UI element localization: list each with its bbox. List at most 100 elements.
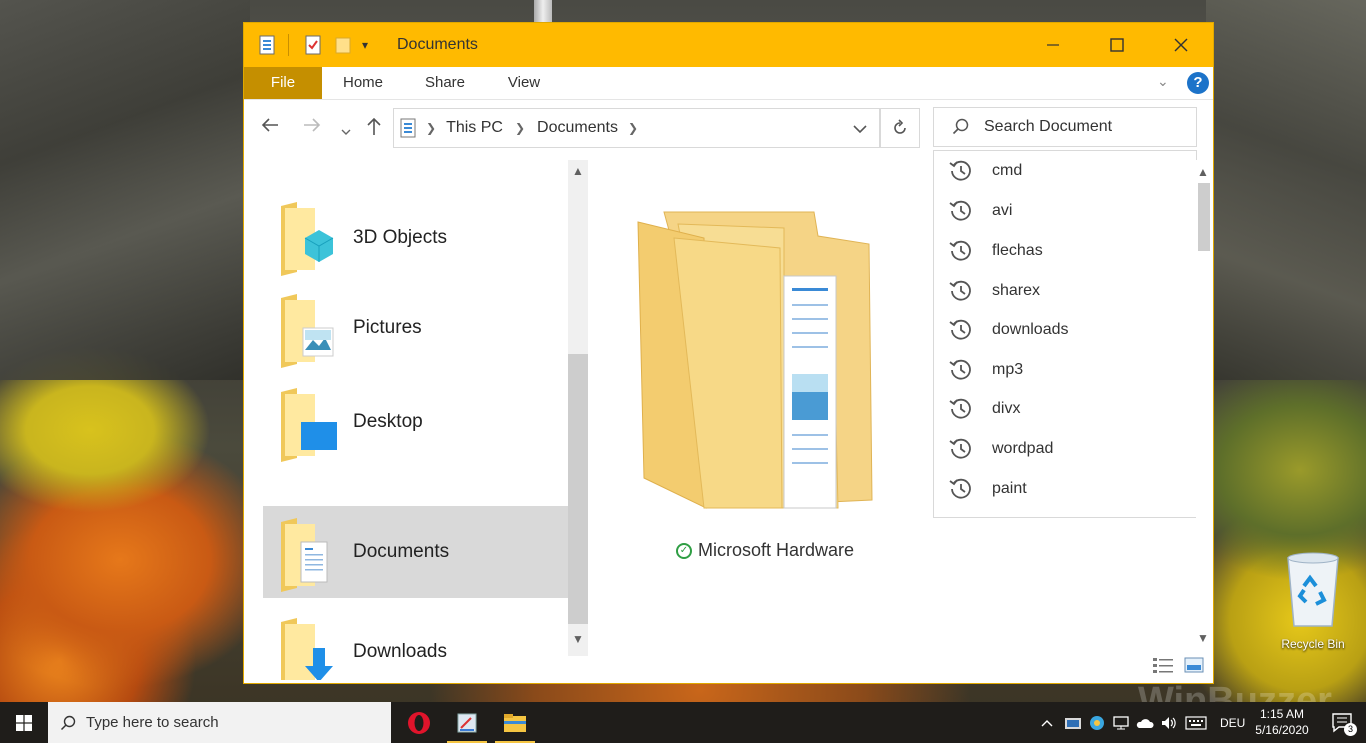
opera-taskbar-button[interactable] — [395, 702, 443, 743]
history-icon — [949, 280, 971, 301]
new-folder-icon[interactable] — [334, 34, 352, 56]
start-button[interactable] — [0, 702, 48, 743]
history-icon — [949, 359, 971, 380]
taskbar-search-box[interactable]: Type here to search — [48, 702, 391, 743]
wallpaper-rock — [1206, 0, 1366, 380]
desktop-folder-icon — [279, 386, 337, 467]
refresh-icon — [894, 119, 906, 134]
search-history-dropdown: cmd avi flechas sharex downloads mp3 div… — [933, 150, 1197, 518]
system-clock[interactable]: 1:15 AM 5/16/2020 — [1252, 706, 1312, 738]
nav-item-label: Pictures — [353, 317, 422, 338]
large-documents-folder-icon — [637, 211, 873, 509]
properties-check-icon[interactable] — [304, 34, 322, 56]
tab-file[interactable]: File — [244, 67, 322, 99]
onedrive-icon[interactable] — [1136, 702, 1154, 743]
forward-arrow-icon[interactable] — [302, 116, 322, 139]
content-pane: ✓ Microsoft Hardware — [594, 160, 934, 680]
nav-pane-scrollbar-thumb[interactable] — [568, 354, 588, 624]
downloads-folder-icon — [279, 616, 337, 680]
breadcrumb-separator-icon: ❯ — [514, 121, 526, 135]
search-history-item[interactable]: flechas — [948, 237, 1043, 265]
nav-item-documents[interactable]: Documents — [263, 506, 568, 598]
address-history-chevron-icon[interactable] — [853, 121, 867, 139]
nav-item-3d-objects[interactable]: 3D Objects — [263, 192, 568, 284]
content-scrollbar-thumb[interactable] — [1198, 183, 1210, 251]
search-history-label: sharex — [992, 282, 1041, 299]
nav-item-desktop[interactable]: Desktop — [263, 376, 568, 468]
search-history-label: mp3 — [992, 361, 1024, 378]
search-history-item[interactable]: mp3 — [948, 356, 1023, 384]
search-history-label: flechas — [992, 242, 1043, 259]
large-icons-view-icon[interactable] — [1184, 656, 1204, 679]
search-history-item[interactable]: downloads — [948, 316, 1069, 344]
properties-icon[interactable] — [258, 34, 276, 56]
app-taskbar-button[interactable] — [443, 702, 491, 743]
tab-view[interactable]: View — [496, 67, 552, 99]
help-icon[interactable]: ? — [1187, 72, 1209, 94]
toolbar-divider — [288, 34, 289, 56]
search-history-label: avi — [992, 202, 1013, 219]
wallpaper-rock — [0, 0, 250, 380]
window-title: Documents — [397, 36, 478, 53]
file-explorer-taskbar-button[interactable] — [491, 702, 539, 743]
ribbon: File Home Share View ⌄ ? — [244, 67, 1213, 100]
address-bar[interactable]: ❯ This PC ❯ Documents ❯ — [393, 108, 880, 148]
tray-app-icon[interactable] — [1064, 702, 1082, 743]
back-arrow-icon[interactable] — [260, 116, 280, 139]
tray-colorful-app-icon[interactable] — [1088, 702, 1106, 743]
search-history-item[interactable]: avi — [948, 197, 1012, 225]
breadcrumb-documents[interactable]: Documents — [537, 119, 618, 137]
folder-item-label[interactable]: ✓ Microsoft Hardware — [676, 540, 854, 561]
taskbar: Type here to search DEU 1:15 AM 5/16/202… — [0, 702, 1366, 743]
nav-item-pictures[interactable]: Pictures — [263, 282, 568, 374]
minimize-button[interactable] — [1021, 23, 1085, 67]
search-history-item[interactable]: paint — [948, 475, 1027, 503]
refresh-button[interactable] — [880, 108, 920, 148]
volume-icon[interactable] — [1160, 702, 1178, 743]
close-button[interactable] — [1149, 23, 1213, 67]
nav-item-downloads[interactable]: Downloads — [263, 606, 568, 680]
keyboard-icon[interactable] — [1185, 702, 1207, 743]
search-history-item[interactable]: wordpad — [948, 435, 1053, 463]
recent-locations-icon[interactable] — [340, 120, 352, 143]
search-input[interactable]: Search Document — [984, 118, 1112, 136]
nav-item-label: Documents — [353, 541, 450, 562]
tab-share[interactable]: Share — [416, 67, 474, 99]
network-icon[interactable] — [1112, 702, 1130, 743]
pictures-folder-icon — [279, 292, 337, 373]
maximize-button[interactable] — [1085, 23, 1149, 67]
action-center-button[interactable]: 3 — [1322, 702, 1362, 743]
expand-ribbon-icon[interactable]: ⌄ — [1157, 73, 1169, 90]
tab-home[interactable]: Home — [334, 67, 392, 99]
scroll-up-arrow-icon[interactable]: ▲ — [572, 164, 584, 178]
search-history-item[interactable]: sharex — [948, 277, 1040, 305]
up-arrow-icon[interactable] — [365, 116, 383, 142]
details-view-icon[interactable] — [1152, 656, 1174, 679]
scroll-down-arrow-icon[interactable]: ▼ — [572, 632, 584, 646]
scroll-down-arrow-icon[interactable]: ▼ — [1197, 631, 1209, 645]
view-switcher — [1152, 656, 1204, 679]
search-history-item[interactable]: divx — [948, 395, 1020, 423]
history-icon — [949, 319, 971, 340]
recycle-bin-shortcut[interactable]: Recycle Bin — [1278, 548, 1348, 651]
show-hidden-icons-icon[interactable] — [1041, 702, 1053, 743]
input-language-indicator[interactable]: DEU — [1220, 702, 1245, 743]
taskbar-search-input[interactable]: Type here to search — [86, 714, 219, 731]
title-bar[interactable]: ▾ Documents — [244, 23, 1213, 67]
customize-toolbar-icon[interactable]: ▾ — [362, 34, 368, 56]
opera-icon — [408, 711, 430, 734]
search-box[interactable]: Search Document — [933, 107, 1197, 147]
documents-folder-icon — [279, 516, 337, 597]
search-icon — [60, 715, 76, 731]
breadcrumb-this-pc[interactable]: This PC — [446, 119, 503, 137]
navigation-pane: 3D Objects Pictures Desktop Documents Do… — [244, 160, 589, 680]
search-history-label: divx — [992, 400, 1021, 417]
search-history-item[interactable]: cmd — [948, 157, 1022, 185]
scroll-up-arrow-icon[interactable]: ▲ — [1197, 165, 1209, 179]
folder-item[interactable] — [634, 208, 874, 533]
recycle-bin-label: Recycle Bin — [1281, 637, 1345, 651]
search-history-label: cmd — [992, 162, 1023, 179]
history-icon — [949, 398, 971, 419]
history-icon — [949, 160, 971, 181]
search-history-label: downloads — [992, 321, 1069, 338]
